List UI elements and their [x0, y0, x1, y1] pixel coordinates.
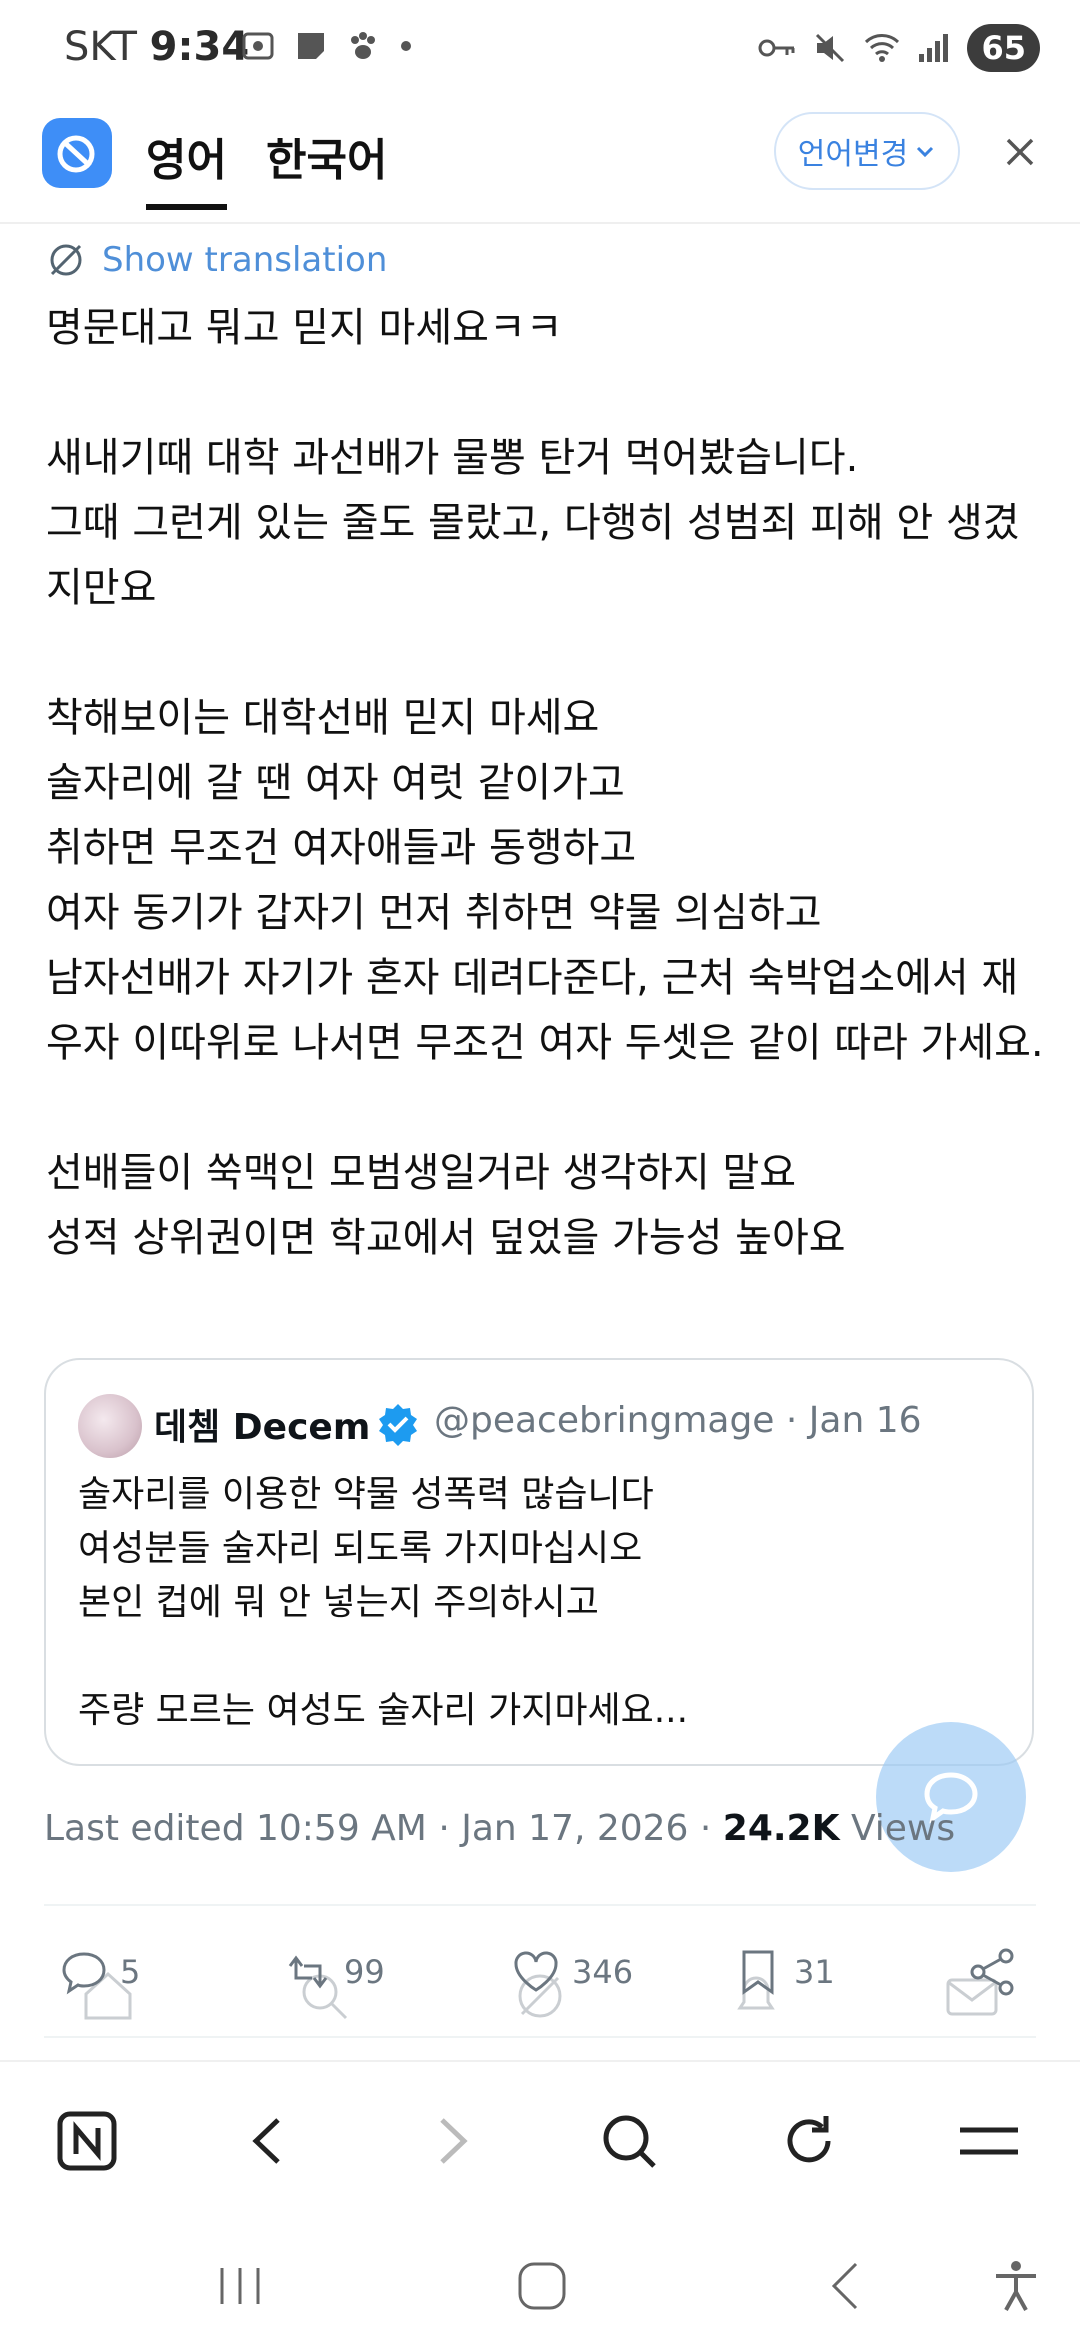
translate-icon [50, 244, 82, 276]
tab-target-language[interactable]: 한국어 [266, 124, 387, 188]
chevron-down-icon [917, 146, 934, 158]
edited-timestamp: Last edited 10:59 AM · Jan 17, 2026 · [44, 1808, 723, 1849]
refresh-icon[interactable] [776, 2108, 842, 2174]
home-button-icon[interactable] [512, 2256, 572, 2316]
status-bar: SKT 9:34 65 [0, 0, 1080, 100]
quoted-handle-date: @peacebringmage · Jan 16 [434, 1400, 922, 1441]
quoted-tweet-card[interactable]: 데쳄 Decem @peacebringmage · Jan 16 술자리를 이… [44, 1358, 1034, 1766]
forward-arrow-icon[interactable] [418, 2108, 484, 2174]
back-arrow-icon[interactable] [236, 2108, 302, 2174]
mute-icon [816, 33, 845, 63]
paw-icon [351, 32, 375, 59]
close-icon[interactable] [996, 128, 1044, 176]
home-icon [84, 1971, 132, 2020]
quoted-author-name: 데쳄 Decem [154, 1407, 371, 1448]
divider [44, 2036, 1036, 2038]
search-icon[interactable] [596, 2108, 662, 2174]
browser-toolbar [0, 2060, 1080, 2200]
signal-icon [919, 34, 949, 62]
system-icons: 65 [757, 24, 1040, 72]
notification-icons [240, 28, 414, 64]
grok-icon [518, 1974, 562, 2018]
views-label: Views [839, 1808, 956, 1849]
tab-source-language[interactable]: 영어 [146, 124, 227, 210]
translate-logo-icon [57, 135, 95, 173]
dot-icon [401, 41, 411, 51]
wifi-icon [865, 34, 900, 62]
screenshot-icon [242, 32, 274, 60]
show-translation-label: Show translation [102, 240, 388, 280]
tweet-text: 명문대고 뭐고 믿지 마세요ㅋㅋ 새내기때 대학 과선배가 물뽕 탄거 먹어봤습… [46, 305, 1044, 1261]
back-button-icon[interactable] [816, 2256, 876, 2316]
quoted-tweet-text: 술자리를 이용한 약물 성폭력 많습니다 여성분들 술자리 되도록 가지마십시오… [78, 1474, 689, 1731]
status-carrier-time: SKT 9:34 [64, 24, 249, 70]
accessibility-icon[interactable] [986, 2256, 1046, 2316]
avatar [78, 1394, 142, 1458]
views-count: 24.2K [722, 1808, 840, 1849]
translator-logo [42, 118, 112, 188]
naver-logo-icon[interactable] [54, 2108, 120, 2174]
like-count: 346 [572, 1953, 634, 1991]
clock: 9:34 [149, 24, 250, 70]
translator-header: 영어 한국어 언어변경 [0, 100, 1080, 224]
change-language-button[interactable]: 언어변경 [774, 112, 960, 190]
bell-icon [737, 1976, 775, 2010]
divider [44, 1904, 1036, 1906]
mail-icon [946, 1978, 998, 2016]
menu-icon[interactable] [956, 2108, 1022, 2174]
recent-apps-icon[interactable] [210, 2256, 270, 2316]
note-icon [298, 33, 324, 59]
carrier-label: SKT [64, 24, 137, 70]
vpn-key-icon [758, 39, 795, 57]
tweet-meta: Last edited 10:59 AM · Jan 17, 2026 · 24… [44, 1808, 955, 1849]
system-navigation-bar [0, 2220, 1080, 2340]
verified-badge-icon [379, 1404, 417, 1446]
battery-indicator: 65 [967, 24, 1040, 72]
show-translation-link[interactable]: Show translation [46, 240, 387, 280]
bookmark-count: 31 [794, 1953, 835, 1991]
search-icon [302, 1974, 348, 2020]
compose-reply-button[interactable] [876, 1722, 1026, 1872]
change-language-label: 언어변경 [797, 137, 909, 172]
